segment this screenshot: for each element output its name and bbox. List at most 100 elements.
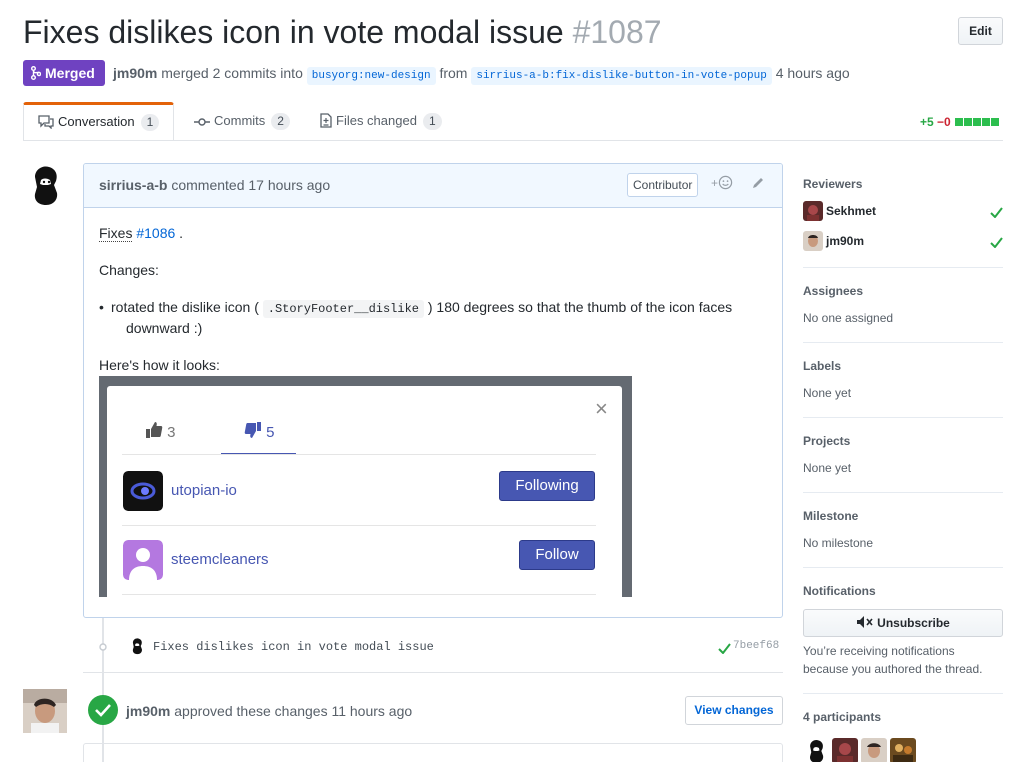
notifications-heading: Notifications (803, 584, 876, 598)
comment-action: commented 17 hours ago (171, 177, 331, 193)
tab-commits[interactable]: Commits 2 (180, 102, 304, 141)
diffstat-block (973, 118, 982, 126)
assignees-heading[interactable]: Assignees (803, 284, 863, 298)
dislikes-count: 5 (266, 424, 275, 441)
follow-button: Follow (519, 540, 595, 570)
comment-icon (38, 115, 54, 130)
diffstat-block (982, 118, 991, 126)
diffstat-block (955, 118, 964, 126)
tab-commits-label: Commits (214, 113, 266, 128)
tab-commits-count: 2 (271, 113, 290, 130)
unsubscribe-button[interactable]: Unsubscribe (803, 609, 1003, 637)
notify-line-2: because you authored the thread. (803, 662, 983, 676)
comment-box: sirrius-a-b commented 17 hours ago Contr… (83, 163, 783, 618)
utopian-avatar (123, 471, 163, 511)
sidebar-divider (803, 492, 1003, 493)
sidebar-divider (803, 567, 1003, 568)
reviewer-jm90m[interactable]: jm90m (826, 234, 864, 248)
base-branch[interactable]: busyorg:new-design (306, 67, 436, 85)
bullet-post: ) 180 degrees so that the thumb of the i… (427, 299, 733, 315)
tab-files-changed-count: 1 (422, 113, 442, 130)
merge-icon (31, 66, 42, 80)
user-utopian-io: utopian-io (171, 482, 237, 499)
comment-author-avatar[interactable] (23, 163, 67, 207)
reviewer-jm90m-avatar[interactable] (803, 231, 823, 251)
fixes-tail: . (179, 225, 184, 241)
merged-badge: Merged (23, 60, 105, 86)
sidebar-divider (803, 693, 1003, 694)
pr-title-text: Fixes dislikes icon in vote modal issue (23, 14, 564, 50)
file-diff-icon (320, 113, 332, 128)
bullet-line2: downward :) (126, 320, 203, 336)
bullet-code: .StoryFooter__dislike (262, 300, 424, 318)
participant-avatar[interactable] (890, 738, 916, 762)
reviewer-sekhmet[interactable]: Sekhmet (826, 204, 876, 218)
commit-node-icon (99, 643, 107, 651)
diffstat: +5 −0 (920, 115, 1000, 129)
fixes-word: Fixes (99, 225, 133, 242)
tab-files-changed[interactable]: Files changed 1 (306, 102, 456, 141)
participant-avatar[interactable] (832, 738, 858, 762)
embedded-screenshot[interactable]: × 3 5 utopian-io Following steemcleaners… (99, 376, 632, 597)
tab-conversation[interactable]: Conversation 1 (23, 102, 174, 141)
view-changes-button[interactable]: View changes (685, 696, 783, 725)
changes-heading: Changes: (99, 262, 159, 278)
approval-text: jm90m approved these changes 11 hours ag… (126, 703, 412, 719)
notify-line-1: You’re receiving notifications (803, 644, 955, 658)
merge-text: merged 2 commits into (161, 65, 303, 81)
diffstat-block (964, 118, 973, 126)
divider (122, 454, 596, 455)
commit-message[interactable]: Fixes dislikes icon in vote modal issue (153, 640, 434, 654)
edit-button[interactable]: Edit (958, 17, 1003, 45)
sidebar-divider (803, 417, 1003, 418)
diffstat-additions: +5 (920, 115, 934, 129)
user-steemcleaners: steemcleaners (171, 551, 269, 568)
bullet-item: • rotated the dislike icon ( .StoryFoote… (99, 299, 733, 318)
close-icon: × (595, 396, 608, 421)
reviewers-heading[interactable]: Reviewers (803, 177, 862, 191)
diffstat-block (991, 118, 1000, 126)
pencil-icon[interactable] (751, 176, 765, 190)
commit-icon (194, 118, 210, 126)
head-branch[interactable]: sirrius-a-b:fix-dislike-button-in-vote-p… (471, 67, 772, 85)
merge-time: 4 hours ago (775, 65, 850, 81)
reviewer-sekhmet-avatar[interactable] (803, 201, 823, 221)
reviewer-avatar[interactable] (23, 689, 67, 733)
check-icon (718, 643, 731, 654)
merged-badge-label: Merged (45, 65, 95, 81)
participant-avatar[interactable] (861, 738, 887, 762)
pr-number: #1087 (572, 14, 662, 50)
comment-author[interactable]: sirrius-a-b (99, 177, 167, 193)
fixes-line: Fixes #1086 . (99, 225, 184, 242)
participant-avatar[interactable] (803, 738, 829, 762)
following-button: Following (499, 471, 595, 501)
sidebar-divider (803, 342, 1003, 343)
comment-header: sirrius-a-b commented 17 hours ago Contr… (84, 164, 782, 208)
sidebar-divider (803, 267, 1003, 268)
merge-author[interactable]: jm90m (113, 65, 157, 81)
commit-sha[interactable]: 7beef68 (733, 640, 779, 652)
commit-author-avatar[interactable] (128, 637, 146, 655)
mute-icon (857, 616, 873, 628)
steemcleaners-avatar (123, 540, 163, 580)
approved-check-icon (88, 695, 118, 725)
bullet-dot: • (99, 299, 104, 315)
add-reaction-icon[interactable]: + (711, 175, 733, 190)
issue-link[interactable]: #1086 (136, 225, 175, 241)
merge-meta: jm90m merged 2 commits into busyorg:new-… (113, 65, 850, 85)
approval-detail: approved these changes 11 hours ago (174, 703, 413, 719)
tab-files-changed-label: Files changed (336, 113, 417, 128)
diffstat-deletions: −0 (937, 115, 951, 129)
reviewer-approved-icon (990, 207, 1003, 218)
milestone-heading[interactable]: Milestone (803, 509, 858, 523)
participants-heading: 4 participants (803, 710, 882, 724)
timeline-separator (83, 672, 783, 673)
reviewer-approved-icon (990, 237, 1003, 248)
divider (122, 525, 596, 526)
likes-tab: 3 (145, 421, 176, 441)
projects-heading[interactable]: Projects (803, 434, 850, 448)
approval-author[interactable]: jm90m (126, 703, 170, 719)
unsubscribe-label: Unsubscribe (877, 616, 950, 630)
labels-heading[interactable]: Labels (803, 359, 841, 373)
looks-heading: Here's how it looks: (99, 357, 220, 373)
